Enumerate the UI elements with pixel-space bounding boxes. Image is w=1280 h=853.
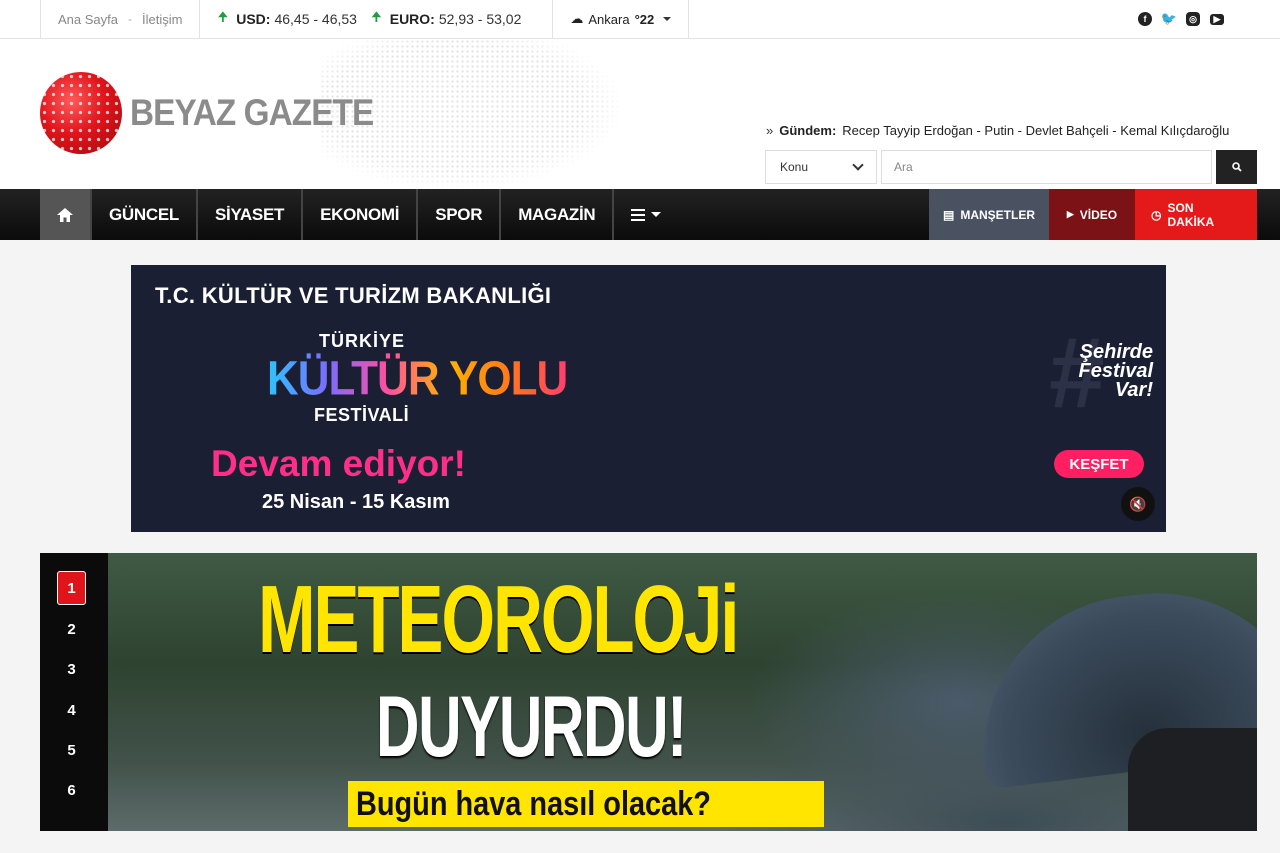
search-icon bbox=[1231, 162, 1242, 172]
euro-rate: 🠉 EURO: 52,93 - 53,02 bbox=[371, 8, 521, 30]
slider-page-2[interactable]: 2 bbox=[57, 612, 86, 646]
son-dakika-button[interactable]: ◷ SON DAKİKA bbox=[1135, 189, 1257, 240]
search-input[interactable] bbox=[881, 150, 1212, 184]
nav-home[interactable] bbox=[40, 189, 92, 240]
double-chevron-icon: » bbox=[766, 123, 774, 138]
agenda-links[interactable]: Recep Tayyip Erdoğan - Putin - Devlet Ba… bbox=[842, 123, 1229, 138]
video-button[interactable]: ▶ VİDEO bbox=[1049, 189, 1135, 240]
ad-line-kultur-yolu: KÜLTÜR YOLU bbox=[267, 351, 568, 406]
caret-down-icon bbox=[651, 212, 662, 217]
usd-rate: 🠉 USD: 46,45 - 46,53 bbox=[217, 8, 357, 30]
arrow-up-icon: 🠉 bbox=[217, 9, 229, 24]
hamburger-icon bbox=[631, 208, 646, 221]
mute-icon[interactable]: 🔇 bbox=[1121, 487, 1155, 521]
twitter-icon[interactable]: 🐦 bbox=[1161, 11, 1177, 26]
weather-widget[interactable]: ☁ Ankara °22 bbox=[552, 0, 690, 39]
home-link[interactable]: Ana Sayfa bbox=[58, 12, 118, 27]
nav-guncel[interactable]: GÜNCEL bbox=[92, 189, 198, 240]
site-header: BEYAZ GAZETE » Gündem: Recep Tayyip Erdo… bbox=[0, 39, 1280, 189]
ad-slogan: Şehirde Festival Var! bbox=[1078, 341, 1153, 401]
ad-line-festivali: FESTİVALİ bbox=[314, 405, 410, 425]
nav-right-group: ▤ MANŞETLER ▶ VİDEO ◷ SON DAKİKA bbox=[929, 189, 1257, 240]
agenda-bar: » Gündem: Recep Tayyip Erdoğan - Putin -… bbox=[766, 123, 1229, 138]
nav-ekonomi[interactable]: EKONOMİ bbox=[303, 189, 419, 240]
ad-banner[interactable]: T.C. KÜLTÜR VE TURİZM BAKANLIĞI TÜRKİYE … bbox=[131, 265, 1166, 532]
euro-value: 52,93 - 53,02 bbox=[438, 11, 522, 27]
instagram-icon[interactable]: ◎ bbox=[1186, 12, 1200, 26]
nav-more-menu[interactable] bbox=[614, 189, 678, 240]
euro-label: EURO: bbox=[389, 11, 435, 27]
topic-select-label: Konu bbox=[780, 160, 809, 174]
ad-ministry-title: T.C. KÜLTÜR VE TURİZM BAKANLIĞI bbox=[155, 283, 552, 308]
ad-dates: 25 Nisan - 15 Kasım bbox=[262, 491, 450, 513]
video-label: VİDEO bbox=[1079, 207, 1118, 222]
arrow-up-icon: 🠉 bbox=[370, 9, 382, 24]
slider-page-5[interactable]: 5 bbox=[57, 733, 86, 767]
currency-ticker: 🠉 USD: 46,45 - 46,53 🠉 EURO: 52,93 - 53,… bbox=[199, 0, 552, 39]
ad-line-turkiye: TÜRKİYE bbox=[319, 331, 406, 351]
slider-image[interactable]: METEOROLOJi DUYURDU! Bugün hava nasıl ol… bbox=[108, 553, 1257, 831]
slider-page-4[interactable]: 4 bbox=[57, 693, 86, 727]
slider-page-6[interactable]: 6 bbox=[57, 773, 86, 807]
search-form: Konu bbox=[765, 150, 1257, 184]
weather-city: Ankara bbox=[588, 11, 630, 27]
clock-icon: ◷ bbox=[1151, 207, 1162, 222]
slide-headline-1: METEOROLOJi bbox=[258, 566, 739, 673]
contact-link[interactable]: İletişim bbox=[142, 12, 182, 27]
headline-slider: METEOROLOJi DUYURDU! Bugün hava nasıl ol… bbox=[40, 553, 1257, 831]
person-image bbox=[1128, 728, 1257, 831]
slider-pagination: 1 2 3 4 5 6 bbox=[40, 553, 108, 831]
slide-headline-2: DUYURDU! bbox=[376, 679, 687, 775]
cloud-icon: ☁ bbox=[570, 11, 584, 26]
mansetler-label: MANŞETLER bbox=[960, 207, 1036, 222]
agenda-label: Gündem: bbox=[779, 123, 837, 138]
brand-name: BEYAZ GAZETE bbox=[130, 92, 374, 133]
ad-cta-button[interactable]: KEŞFET bbox=[1054, 450, 1144, 478]
weather-temp: °22 bbox=[634, 11, 655, 27]
youtube-icon[interactable]: ▶ bbox=[1210, 13, 1224, 25]
chevron-down-icon bbox=[852, 159, 864, 171]
son-dakika-label: SON DAKİKA bbox=[1167, 200, 1215, 229]
main-nav: GÜNCEL SİYASET EKONOMİ SPOR MAGAZİN ▤ MA… bbox=[0, 189, 1280, 240]
slider-page-1[interactable]: 1 bbox=[57, 571, 86, 605]
caret-down-icon bbox=[663, 17, 672, 21]
slide-subheadline-text: Bugün hava nasıl olacak? bbox=[356, 784, 711, 823]
nav-spor[interactable]: SPOR bbox=[418, 189, 502, 240]
topic-select[interactable]: Konu bbox=[765, 150, 877, 184]
ad-status: Devam ediyor! bbox=[211, 443, 466, 484]
social-links: f 🐦 ◎ ▶ bbox=[1138, 11, 1240, 26]
facebook-icon[interactable]: f bbox=[1138, 12, 1152, 26]
slide-subheadline: Bugün hava nasıl olacak? bbox=[348, 781, 824, 827]
top-links: Ana Sayfa - İletişim bbox=[40, 0, 199, 39]
home-icon bbox=[57, 207, 73, 222]
newspaper-icon: ▤ bbox=[943, 207, 955, 222]
search-button[interactable] bbox=[1216, 150, 1257, 184]
usd-label: USD: bbox=[236, 11, 271, 27]
mansetler-button[interactable]: ▤ MANŞETLER bbox=[929, 189, 1049, 240]
slider-page-3[interactable]: 3 bbox=[57, 652, 86, 686]
nav-siyaset[interactable]: SİYASET bbox=[198, 189, 304, 240]
link-separator: - bbox=[128, 12, 132, 26]
globe-logo-icon bbox=[40, 72, 122, 154]
top-bar: Ana Sayfa - İletişim 🠉 USD: 46,45 - 46,5… bbox=[0, 0, 1280, 39]
nav-magazin[interactable]: MAGAZİN bbox=[501, 189, 615, 240]
usd-value: 46,45 - 46,53 bbox=[274, 11, 357, 27]
play-icon: ▶ bbox=[1066, 209, 1074, 219]
site-logo[interactable]: BEYAZ GAZETE bbox=[40, 72, 400, 154]
